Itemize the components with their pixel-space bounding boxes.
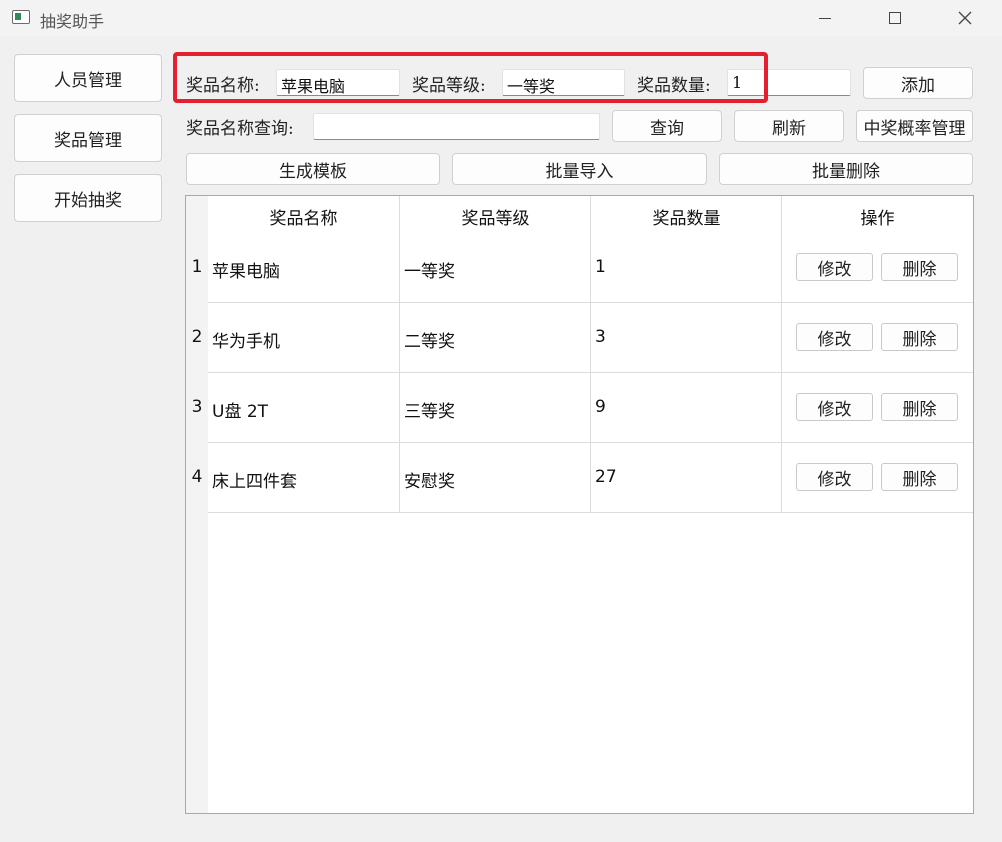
row-header-column bbox=[186, 196, 208, 813]
batch-import-button[interactable]: 批量导入 bbox=[452, 153, 707, 185]
prize-table: 奖品名称 奖品等级 奖品数量 操作 1 苹果电脑 一等奖 1 修改 删除 2 华… bbox=[185, 195, 974, 814]
column-header-name[interactable]: 奖品名称 bbox=[208, 196, 399, 236]
app-icon bbox=[12, 10, 30, 24]
nav-personnel-button[interactable]: 人员管理 bbox=[14, 54, 162, 102]
cell-prize-level[interactable]: 三等奖 bbox=[404, 397, 455, 422]
row-number: 3 bbox=[191, 397, 203, 417]
column-header-level[interactable]: 奖品等级 bbox=[400, 196, 591, 236]
cell-prize-level[interactable]: 安慰奖 bbox=[404, 467, 455, 492]
close-icon bbox=[958, 11, 972, 25]
cell-prize-count[interactable]: 27 bbox=[595, 467, 617, 487]
probability-manage-button[interactable]: 中奖概率管理 bbox=[856, 110, 973, 142]
edit-button[interactable]: 修改 bbox=[796, 393, 873, 421]
delete-button[interactable]: 删除 bbox=[881, 463, 958, 491]
edit-button[interactable]: 修改 bbox=[796, 323, 873, 351]
cell-prize-level[interactable]: 一等奖 bbox=[404, 257, 455, 282]
query-button[interactable]: 查询 bbox=[612, 110, 722, 142]
delete-button[interactable]: 删除 bbox=[881, 393, 958, 421]
column-divider bbox=[399, 196, 400, 513]
column-header-actions[interactable]: 操作 bbox=[782, 196, 973, 236]
window-title: 抽奖助手 bbox=[40, 12, 105, 31]
delete-button[interactable]: 删除 bbox=[881, 323, 958, 351]
row-divider bbox=[208, 372, 973, 373]
refresh-button[interactable]: 刷新 bbox=[734, 110, 844, 142]
column-header-count[interactable]: 奖品数量 bbox=[591, 196, 782, 236]
cell-prize-name[interactable]: 华为手机 bbox=[212, 327, 280, 352]
row-number: 4 bbox=[191, 467, 203, 487]
maximize-button[interactable] bbox=[872, 0, 918, 36]
cell-prize-count[interactable]: 1 bbox=[595, 257, 606, 277]
cell-prize-name[interactable]: 苹果电脑 bbox=[212, 257, 280, 282]
title-bar: 抽奖助手 bbox=[0, 0, 1002, 36]
cell-prize-name[interactable]: 床上四件套 bbox=[212, 467, 297, 492]
nav-prize-button[interactable]: 奖品管理 bbox=[14, 114, 162, 162]
highlight-box bbox=[173, 52, 768, 103]
column-divider bbox=[781, 196, 782, 513]
row-divider bbox=[208, 302, 973, 303]
cell-prize-name[interactable]: U盘 2T bbox=[212, 397, 268, 422]
row-number: 2 bbox=[191, 327, 203, 347]
generate-template-button[interactable]: 生成模板 bbox=[186, 153, 440, 185]
minimize-icon bbox=[819, 17, 831, 19]
search-input[interactable] bbox=[313, 113, 600, 140]
cell-prize-level[interactable]: 二等奖 bbox=[404, 327, 455, 352]
row-number: 1 bbox=[191, 257, 203, 277]
cell-prize-count[interactable]: 3 bbox=[595, 327, 606, 347]
batch-delete-button[interactable]: 批量删除 bbox=[719, 153, 973, 185]
close-button[interactable] bbox=[942, 0, 988, 36]
cell-prize-count[interactable]: 9 bbox=[595, 397, 606, 417]
column-divider bbox=[590, 196, 591, 513]
row-divider bbox=[208, 442, 973, 443]
row-divider bbox=[208, 512, 973, 513]
add-button[interactable]: 添加 bbox=[863, 67, 973, 99]
edit-button[interactable]: 修改 bbox=[796, 253, 873, 281]
search-label: 奖品名称查询: bbox=[186, 119, 294, 139]
maximize-icon bbox=[889, 12, 901, 24]
minimize-button[interactable] bbox=[802, 0, 848, 36]
edit-button[interactable]: 修改 bbox=[796, 463, 873, 491]
nav-draw-button[interactable]: 开始抽奖 bbox=[14, 174, 162, 222]
delete-button[interactable]: 删除 bbox=[881, 253, 958, 281]
